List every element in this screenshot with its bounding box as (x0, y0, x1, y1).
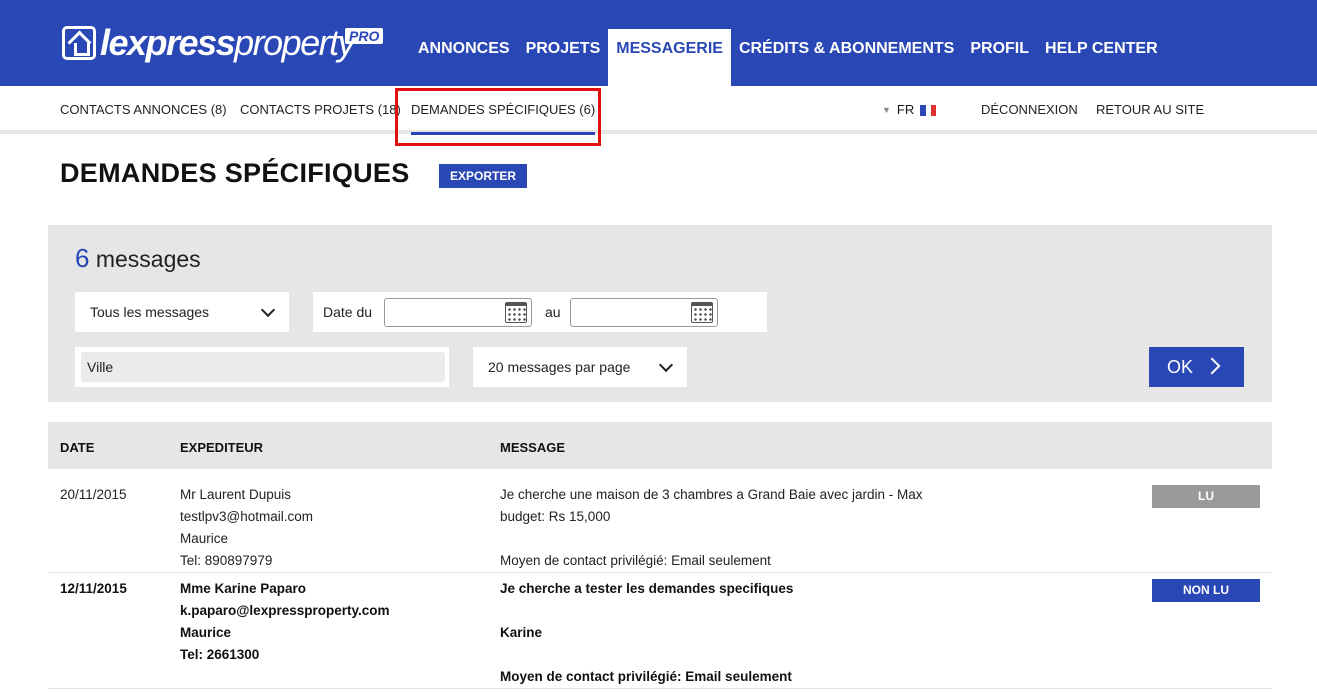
contact-preference: Moyen de contact privilégié: Email seule… (500, 553, 771, 568)
row-sender: Mme Karine Paparo k.paparo@lexpressprope… (180, 578, 390, 666)
message-line: budget: Rs 15,000 (500, 509, 611, 524)
sender-country: Maurice (180, 531, 229, 546)
column-message: MESSAGE (500, 440, 566, 455)
nav-annonces[interactable]: ANNONCES (410, 29, 518, 86)
chevron-down-icon (260, 302, 276, 318)
calendar-icon[interactable] (691, 302, 713, 323)
tab-contacts-projets[interactable]: CONTACTS PROJETS (18) (240, 86, 401, 134)
sender-tel: Tel: 890897979 (180, 553, 273, 568)
ok-button[interactable]: OK (1149, 347, 1244, 387)
annotation-highlight (395, 88, 601, 146)
page-title: DEMANDES SPÉCIFIQUES (60, 158, 410, 188)
caret-down-icon: ▼ (882, 105, 891, 115)
house-logo-icon (62, 26, 96, 60)
status-badge: NON LU (1152, 579, 1260, 602)
nav-messagerie[interactable]: MESSAGERIE (608, 29, 731, 86)
nav-help-center[interactable]: HELP CENTER (1037, 29, 1166, 86)
sender-email: testlpv3@hotmail.com (180, 509, 314, 524)
contact-preference: Moyen de contact privilégié: Email seule… (500, 669, 792, 684)
message-line: Je cherche a tester les demandes specifi… (500, 581, 794, 596)
sender-name: Mme Karine Paparo (180, 581, 307, 596)
language-selector[interactable]: ▼ FR (882, 86, 937, 134)
nav-profil[interactable]: PROFIL (962, 29, 1037, 86)
message-count-label: messages (95, 246, 201, 272)
city-input[interactable] (81, 352, 445, 382)
date-from-label: Date du (323, 304, 373, 320)
sender-email: k.paparo@lexpressproperty.com (180, 603, 390, 618)
table-row[interactable]: 12/11/2015 Mme Karine Paparo k.paparo@le… (48, 578, 1272, 689)
logout-link[interactable]: DÉCONNEXION (981, 86, 1078, 134)
message-line: Je cherche une maison de 3 chambres a Gr… (500, 487, 923, 502)
table-header: DATE EXPEDITEUR MESSAGE (48, 422, 1272, 469)
export-button[interactable]: EXPORTER (439, 164, 527, 188)
brand-pro-tag: PRO (345, 28, 384, 44)
per-page-select[interactable]: 20 messages par page (473, 347, 687, 387)
chevron-down-icon (658, 357, 674, 373)
sender-tel: Tel: 2661300 (180, 647, 260, 662)
brand-logo[interactable]: lexpressproperty PRO (62, 20, 384, 66)
message-filter-select[interactable]: Tous les messages (75, 292, 289, 332)
row-date: 20/11/2015 (60, 487, 127, 502)
row-message: Je cherche a tester les demandes specifi… (500, 578, 940, 688)
calendar-icon[interactable] (505, 302, 527, 323)
date-to-label: au (545, 304, 561, 320)
message-filter-value: Tous les messages (90, 304, 210, 320)
date-to-input[interactable] (570, 298, 718, 327)
message-line: Karine (500, 625, 543, 640)
back-to-site-link[interactable]: RETOUR AU SITE (1096, 86, 1204, 134)
message-count: 6 messages (75, 243, 201, 274)
row-message: Je cherche une maison de 3 chambres a Gr… (500, 484, 940, 572)
top-bar: lexpressproperty PRO ANNONCES PROJETS ME… (0, 0, 1317, 86)
nav-projets[interactable]: PROJETS (518, 29, 609, 86)
column-date: DATE (60, 440, 95, 455)
brand-name: lexpressproperty (100, 22, 356, 63)
table-row[interactable]: 20/11/2015 Mr Laurent Dupuis testlpv3@ho… (48, 484, 1272, 573)
language-code: FR (896, 102, 915, 117)
nav-credits-abonnements[interactable]: CRÉDITS & ABONNEMENTS (731, 29, 962, 86)
message-count-number: 6 (75, 243, 90, 273)
tab-contacts-annonces[interactable]: CONTACTS ANNONCES (8) (60, 86, 227, 134)
per-page-value: 20 messages par page (488, 359, 631, 375)
sender-country: Maurice (180, 625, 232, 640)
french-flag-icon (920, 104, 937, 116)
date-range: Date du au (313, 292, 767, 332)
column-sender: EXPEDITEUR (180, 440, 264, 455)
main-nav: ANNONCES PROJETS MESSAGERIE CRÉDITS & AB… (410, 29, 1166, 86)
filter-panel: 6 messages Tous les messages Date du au … (48, 225, 1272, 402)
sender-name: Mr Laurent Dupuis (180, 487, 292, 502)
chevron-right-icon (1203, 357, 1221, 375)
sub-nav: CONTACTS ANNONCES (8) CONTACTS PROJETS (… (0, 86, 1317, 135)
date-from-input[interactable] (384, 298, 532, 327)
row-sender: Mr Laurent Dupuis testlpv3@hotmail.com M… (180, 484, 313, 572)
row-date: 12/11/2015 (60, 581, 127, 596)
city-field (75, 347, 449, 387)
status-badge: LU (1152, 485, 1260, 508)
